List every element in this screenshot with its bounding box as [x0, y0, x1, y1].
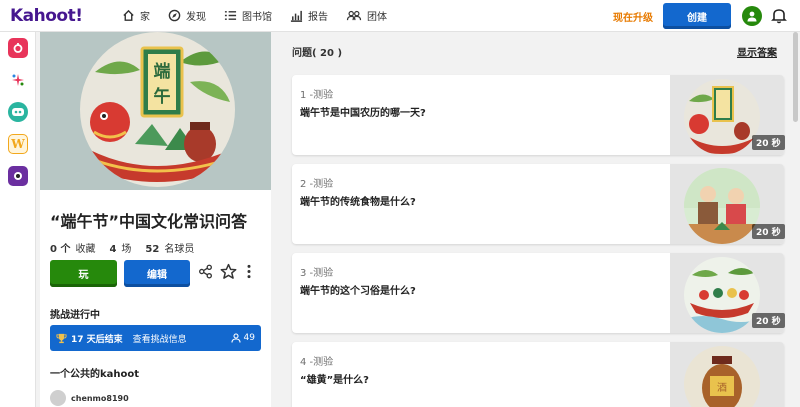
challenge-banner[interactable]: 17 天后结束 查看挑战信息 49: [50, 325, 261, 351]
question-card[interactable]: 1 -测验 端午节是中国农历的哪一天? 20 秒: [292, 75, 785, 155]
time-limit-badge: 20 秒: [752, 313, 785, 328]
app-icon-2[interactable]: [8, 70, 28, 90]
favorites-count: 0 个: [50, 244, 71, 255]
app-icon-5[interactable]: [8, 166, 28, 186]
drop-icon: [13, 43, 23, 53]
challenge-days: 17 天后结束: [71, 334, 123, 345]
favorites-label: 收藏: [75, 244, 96, 255]
compass-icon: [168, 9, 181, 22]
play-button[interactable]: 玩: [50, 260, 117, 287]
user-avatar[interactable]: [742, 6, 762, 26]
share-icon[interactable]: [198, 264, 213, 279]
nav-discover-label: 发现: [186, 12, 206, 23]
question-card[interactable]: 2 -测验 端午节的传统食物是什么? 20 秒: [292, 164, 785, 244]
question-card[interactable]: 3 -测验 端午节的这个习俗是什么? 20 秒: [292, 253, 785, 333]
question-thumbnail: [684, 168, 760, 244]
edit-button[interactable]: 编辑: [124, 260, 190, 287]
plays-stat: 4场: [109, 240, 131, 255]
creator-name: chenmo8190: [71, 393, 129, 403]
question-thumbnail: [684, 257, 760, 333]
nav-groups-label: 团体: [367, 12, 387, 23]
svg-text:午: 午: [154, 86, 171, 107]
user-icon: [747, 11, 757, 22]
creator-avatar: [50, 390, 66, 406]
star-icon[interactable]: [220, 263, 237, 280]
group-icon: [346, 10, 362, 21]
show-answers-link[interactable]: 显示答案: [737, 44, 777, 59]
nav-reports-label: 报告: [308, 12, 328, 23]
plays-count: 4: [109, 244, 117, 255]
questions-header: 问题( 20 ): [292, 48, 343, 59]
trophy-icon: [56, 333, 67, 343]
person-icon: [230, 333, 241, 343]
question-text: “雄黄”是什么?: [300, 375, 369, 386]
question-type: 1 -测验: [300, 90, 334, 101]
nav-groups[interactable]: 团体: [346, 8, 387, 23]
challenge-player-count: 49: [243, 333, 255, 343]
players-stat: 52 名球员: [145, 240, 194, 255]
nav-reports[interactable]: 报告: [290, 8, 328, 23]
w-letter-icon: W: [11, 137, 25, 151]
cover-text: 端: [154, 61, 171, 82]
time-limit-badge: 20 秒: [752, 224, 785, 239]
notification-bell-icon[interactable]: [771, 7, 787, 24]
creator-info[interactable]: chenmo8190: [50, 390, 129, 406]
scrollbar[interactable]: [793, 32, 798, 122]
challenge-info-link[interactable]: 查看挑战信息: [133, 332, 187, 345]
app-icon-3[interactable]: [8, 102, 28, 122]
create-button[interactable]: 创建: [663, 3, 731, 29]
challenge-heading: 挑战进行中: [50, 310, 100, 321]
question-type: 4 -测验: [300, 357, 334, 368]
question-text: 端午节是中国农历的哪一天?: [300, 108, 426, 119]
question-text: 端午节的这个习俗是什么?: [300, 286, 416, 297]
kahoot-detail-panel: 端 午 “端午节”中国文化常识问答 0 个收藏 4场 52 名球员 玩 编辑 挑…: [40, 32, 271, 407]
list-icon: [224, 11, 237, 20]
question-text: 端午节的传统食物是什么?: [300, 197, 416, 208]
plays-label: 场: [121, 244, 132, 255]
sparkle-icon: [12, 74, 24, 86]
challenge-players: 49: [230, 333, 255, 343]
players-label: 名球员: [164, 244, 195, 255]
cover-illustration: 端 午: [80, 32, 235, 187]
bar-chart-icon: [290, 10, 303, 22]
app-icon-4[interactable]: W: [8, 134, 28, 154]
nav-discover[interactable]: 发现: [168, 8, 206, 23]
players-count: 52: [145, 244, 160, 255]
upgrade-link[interactable]: 现在升级: [613, 9, 653, 24]
nav-library[interactable]: 图书馆: [224, 8, 272, 23]
nav-home[interactable]: 家: [122, 8, 150, 23]
kahoot-title: “端午节”中国文化常识问答: [50, 212, 248, 231]
svg-text:酒: 酒: [717, 382, 727, 394]
home-icon: [123, 9, 134, 21]
question-type: 3 -测验: [300, 268, 334, 279]
question-card[interactable]: 4 -测验 “雄黄”是什么? 酒: [292, 342, 784, 407]
kahoot-logo[interactable]: Kahoot!: [10, 6, 100, 26]
question-thumbnail: [684, 79, 760, 155]
kahoot-stats: 0 个收藏 4场 52 名球员: [50, 240, 208, 255]
app-rail: W: [0, 32, 36, 407]
cover-image: 端 午: [40, 32, 271, 190]
app-icon-1[interactable]: [8, 38, 28, 58]
question-type: 2 -测验: [300, 179, 334, 190]
favorites-stat: 0 个收藏: [50, 240, 95, 255]
time-limit-badge: 20 秒: [752, 135, 785, 150]
nav-library-label: 图书馆: [242, 12, 272, 23]
more-options-icon[interactable]: [246, 264, 252, 279]
public-heading: 一个公共的kahoot: [50, 369, 140, 380]
robot-icon: [12, 108, 24, 116]
nav-home-label: 家: [140, 12, 150, 23]
eye-icon: [14, 172, 22, 180]
